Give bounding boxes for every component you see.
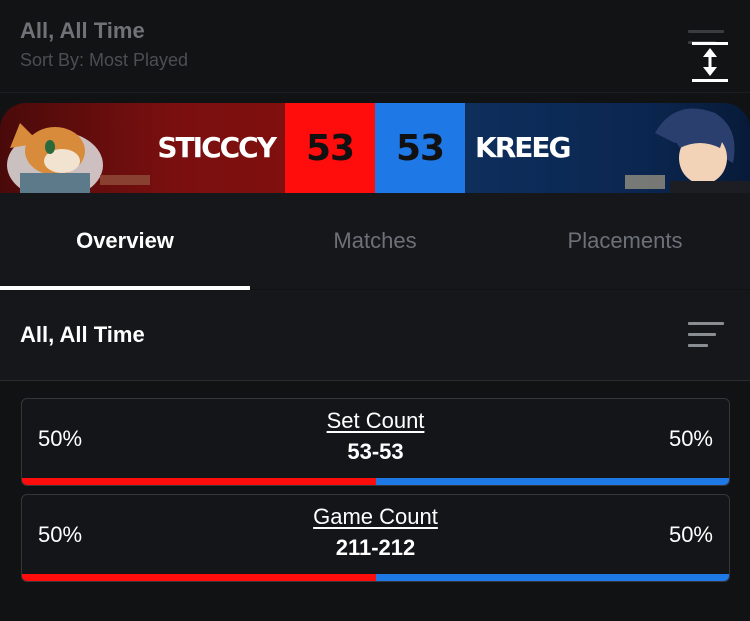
game-count-card: 50% Game Count 211-212 50% bbox=[21, 494, 730, 582]
right-player-name: KREEG bbox=[475, 131, 571, 164]
section-title: All, All Time bbox=[20, 322, 145, 347]
section-header: All, All Time bbox=[0, 290, 750, 381]
tab-matches[interactable]: Matches bbox=[250, 193, 500, 289]
tab-bar: Overview Matches Placements bbox=[0, 193, 750, 289]
tab-placements[interactable]: Placements bbox=[500, 193, 750, 289]
game-count-label-text[interactable]: Game Count bbox=[313, 504, 438, 529]
tab-overview[interactable]: Overview bbox=[0, 193, 250, 289]
header-title: All, All Time bbox=[20, 18, 145, 43]
game-count-share-bar bbox=[22, 574, 729, 581]
set-count-share-bar bbox=[22, 478, 729, 485]
versus-banner: STICCCY 53 53 KREEG bbox=[0, 103, 750, 193]
game-count-value: 211-212 bbox=[335, 535, 416, 560]
set-count-label[interactable]: Set Count bbox=[22, 408, 729, 434]
set-count-value: 53-53 bbox=[347, 439, 404, 464]
fox-character-portrait bbox=[7, 123, 150, 193]
left-score: 53 bbox=[285, 103, 375, 193]
right-score: 53 bbox=[375, 103, 465, 193]
top-header: All, All Time Sort By: Most Played bbox=[0, 0, 750, 93]
game-count-right-pct: 50% bbox=[668, 522, 713, 547]
game-count-left-bar bbox=[22, 574, 376, 581]
sort-icon[interactable] bbox=[688, 322, 724, 348]
game-count-right-bar bbox=[375, 574, 729, 581]
game-count-label[interactable]: Game Count bbox=[22, 504, 729, 530]
set-count-right-pct: 50% bbox=[668, 426, 713, 451]
set-count-card: 50% Set Count 53-53 50% bbox=[21, 398, 730, 486]
set-count-right-bar bbox=[375, 478, 729, 485]
set-count-label-text[interactable]: Set Count bbox=[327, 408, 425, 433]
header-subtitle: Sort By: Most Played bbox=[20, 50, 189, 70]
chrom-character-portrait bbox=[625, 108, 750, 193]
expand-icon[interactable] bbox=[690, 40, 730, 84]
set-count-left-bar bbox=[22, 478, 376, 485]
left-player-name: STICCCY bbox=[157, 131, 277, 164]
